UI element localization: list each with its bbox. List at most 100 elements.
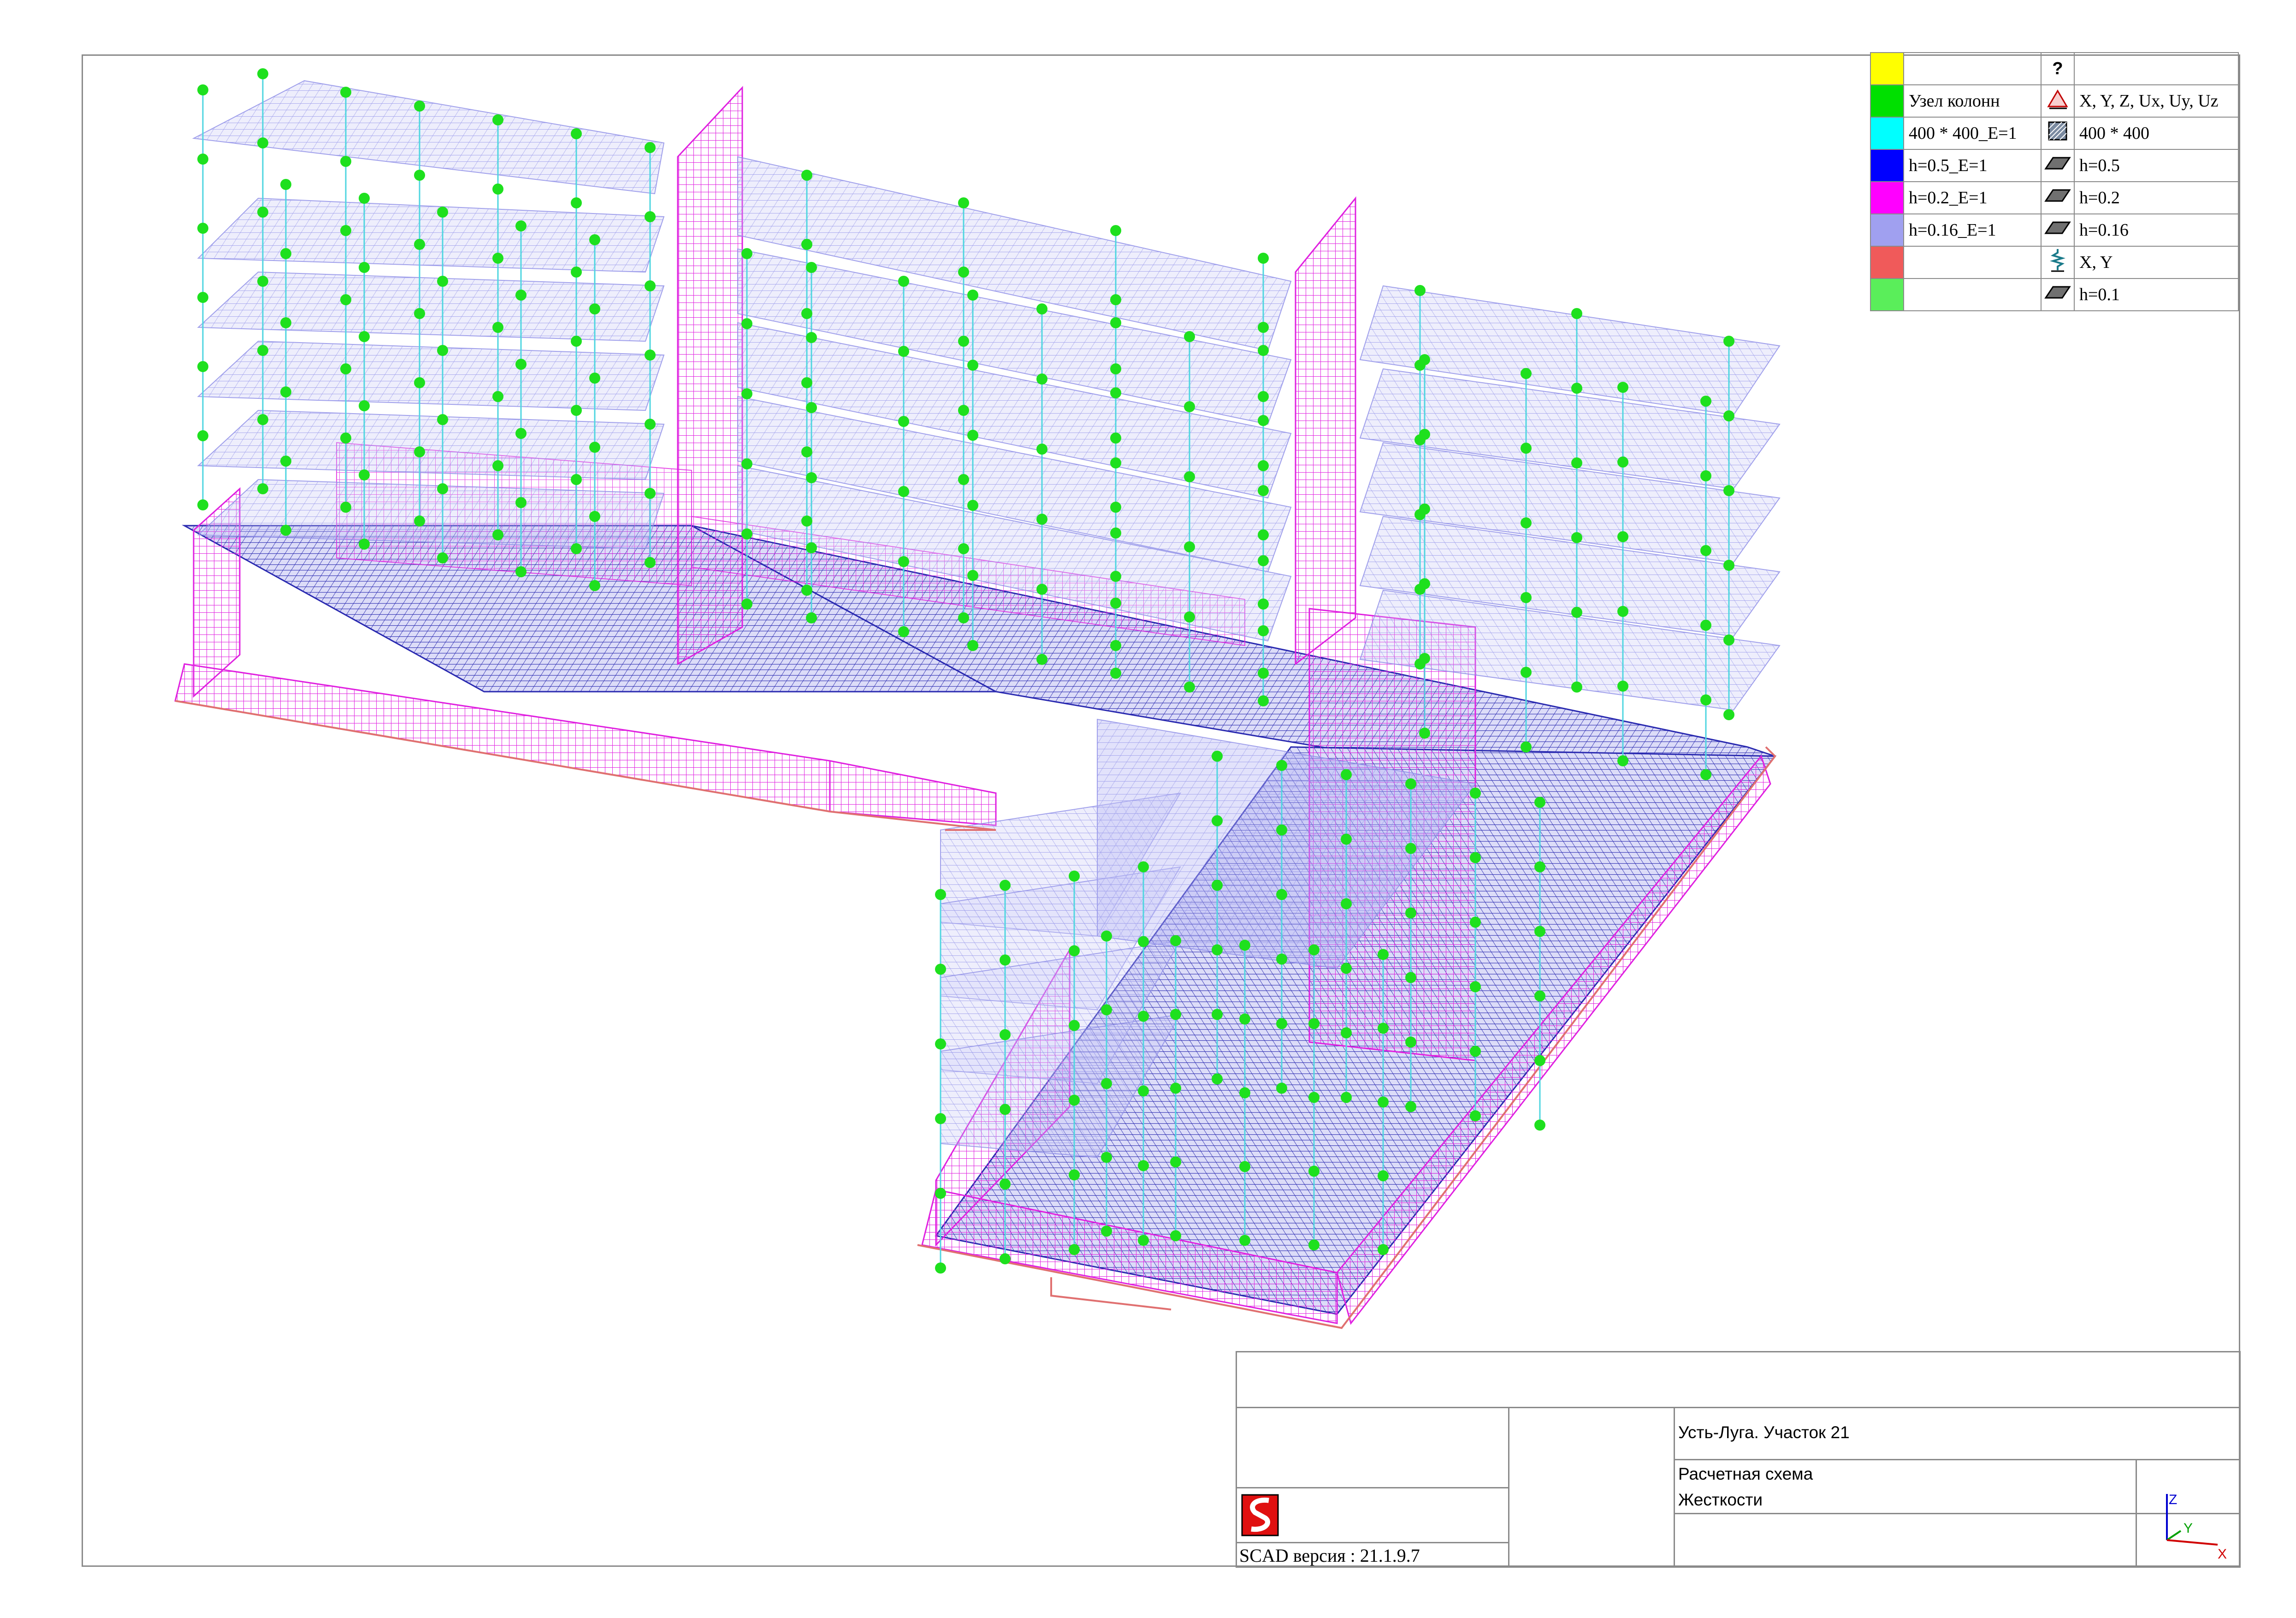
column-node [1239, 1235, 1250, 1246]
legend-label: h=0.2_E=1 [1903, 181, 2042, 214]
legend-label: 400 * 400_E=1 [1903, 117, 2042, 150]
column-node [1521, 443, 1532, 454]
column-node [1521, 592, 1532, 603]
column-node [414, 308, 425, 319]
legend-value: h=0.16 [2074, 213, 2239, 247]
column-node [935, 1262, 946, 1274]
column-node [1101, 1078, 1112, 1089]
column-node [1258, 253, 1269, 264]
column-node [1110, 502, 1121, 513]
column-node [1378, 1170, 1389, 1181]
column-node [741, 458, 752, 469]
column-node [1258, 345, 1269, 356]
column-node [1276, 1083, 1287, 1094]
column-node [589, 580, 600, 591]
column-node [801, 446, 812, 457]
column-node [1308, 1092, 1320, 1103]
column-node [359, 193, 370, 204]
column-node [1170, 1230, 1181, 1241]
column-node [1534, 1120, 1545, 1131]
column-node [898, 346, 909, 357]
column-node [359, 539, 370, 550]
legend-header-row: ? [1870, 52, 2239, 85]
column-node [257, 414, 268, 425]
column-node [967, 430, 978, 441]
legend-row: h=0.16_E=1 h=0.16 [1870, 213, 2239, 247]
column-node [437, 207, 448, 218]
legend-swatch [1870, 278, 1904, 311]
column-node [1258, 555, 1269, 566]
plate-icon [2041, 149, 2075, 182]
axis-z-label: Z [2169, 1492, 2177, 1507]
column-node [1341, 769, 1352, 780]
column-node [492, 184, 503, 195]
column-node [958, 474, 969, 485]
column-node [645, 488, 656, 499]
column-node [1405, 778, 1416, 789]
column-node [1110, 294, 1121, 305]
legend-value: X, Y [2074, 246, 2239, 279]
column-node [492, 253, 503, 264]
column-node [898, 626, 909, 637]
column-node [1341, 898, 1352, 909]
column-node [1069, 1244, 1080, 1255]
column-node [1419, 728, 1430, 739]
column-node [1571, 682, 1582, 693]
column-node [492, 114, 503, 125]
column-node [414, 446, 425, 457]
column-node [935, 964, 946, 975]
column-node [257, 276, 268, 287]
column-node [1470, 852, 1481, 863]
column-node [1184, 401, 1195, 412]
column-node [1378, 949, 1389, 960]
column-node [806, 542, 817, 553]
column-node [589, 442, 600, 453]
column-node [1000, 1104, 1011, 1115]
column-node [935, 1188, 946, 1199]
column-node [806, 262, 817, 273]
column-node [1470, 981, 1481, 992]
column-node [1308, 1239, 1320, 1251]
column-node [1405, 907, 1416, 919]
column-node [1258, 599, 1269, 610]
title-block-top-row [1236, 1351, 2241, 1408]
column-node [280, 248, 291, 259]
column-node [1069, 1095, 1080, 1106]
column-node [806, 472, 817, 483]
column-node [958, 543, 969, 554]
column-node [1110, 225, 1121, 236]
column-node [645, 557, 656, 568]
column-node [1000, 1029, 1011, 1040]
column-node [801, 239, 812, 250]
column-node [801, 585, 812, 596]
column-node [1617, 531, 1628, 542]
column-node [935, 1113, 946, 1124]
column-node [414, 170, 425, 181]
column-node [1258, 529, 1269, 540]
column-node [1405, 1101, 1416, 1112]
column-node [801, 516, 812, 527]
column-node [1110, 457, 1121, 468]
column-node [1276, 1018, 1287, 1029]
column-node [1069, 945, 1080, 956]
column-node [1212, 1009, 1223, 1020]
column-node [801, 377, 812, 388]
column-node [571, 543, 582, 554]
column-node [1470, 788, 1481, 799]
column-node [1258, 625, 1269, 636]
column-node [1378, 1244, 1389, 1255]
column-node [197, 430, 208, 441]
column-node [1258, 668, 1269, 679]
legend-header-value [2074, 52, 2239, 85]
column-node [1341, 963, 1352, 974]
column-node [340, 502, 351, 513]
axis-y-label: Y [2184, 1521, 2193, 1536]
column-node [898, 486, 909, 497]
drawing-title-line2: Жесткости [1678, 1490, 1763, 1509]
legend-swatch [1870, 84, 1904, 118]
column-node [1138, 1160, 1149, 1171]
column-node [741, 248, 752, 259]
column-node [257, 68, 268, 79]
column-node [414, 377, 425, 388]
column-node [967, 570, 978, 581]
